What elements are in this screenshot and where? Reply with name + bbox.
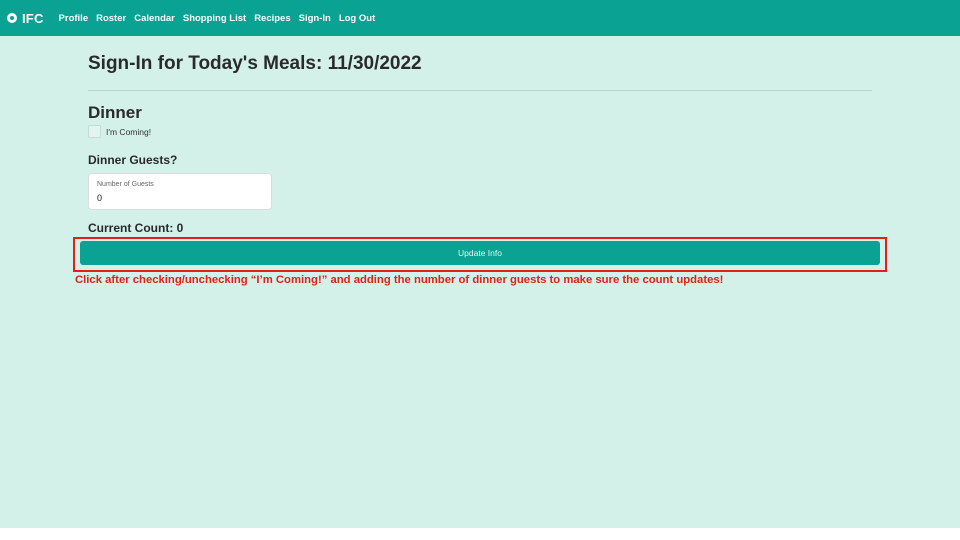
guests-input[interactable]: Number of Guests 0	[88, 173, 272, 210]
logo-icon	[7, 13, 17, 23]
coming-label: I'm Coming!	[106, 126, 152, 137]
nav-link-sign-in[interactable]: Sign-In	[299, 13, 331, 24]
nav-link-roster[interactable]: Roster	[96, 13, 126, 24]
current-count: Current Count: 0	[88, 221, 184, 235]
title-divider	[88, 90, 872, 91]
brand-text: IFC	[22, 10, 44, 26]
nav-link-log-out[interactable]: Log Out	[339, 13, 375, 24]
coming-row: I'm Coming!	[88, 125, 151, 138]
guests-field-label: Number of Guests	[97, 181, 154, 188]
update-info-button[interactable]: Update Info	[80, 241, 880, 265]
guests-heading: Dinner Guests?	[88, 153, 178, 167]
brand-link[interactable]: IFC	[7, 11, 44, 26]
annotation-text: Click after checking/unchecking “I’m Com…	[75, 274, 724, 286]
coming-checkbox[interactable]	[88, 125, 101, 138]
meal-heading: Dinner	[88, 103, 142, 122]
main-content: Sign-In for Today's Meals: 11/30/2022 Di…	[0, 36, 960, 528]
navbar: IFC Profile Roster Calendar Shopping Lis…	[0, 0, 960, 36]
nav-links: Profile Roster Calendar Shopping List Re…	[59, 13, 384, 24]
nav-link-calendar[interactable]: Calendar	[134, 13, 175, 24]
nav-link-profile[interactable]: Profile	[59, 13, 89, 24]
nav-link-recipes[interactable]: Recipes	[254, 13, 290, 24]
guests-field-value: 0	[97, 193, 103, 203]
page-title: Sign-In for Today's Meals: 11/30/2022	[88, 53, 422, 74]
nav-link-shopping-list[interactable]: Shopping List	[183, 13, 246, 24]
bottom-strip	[0, 528, 960, 540]
